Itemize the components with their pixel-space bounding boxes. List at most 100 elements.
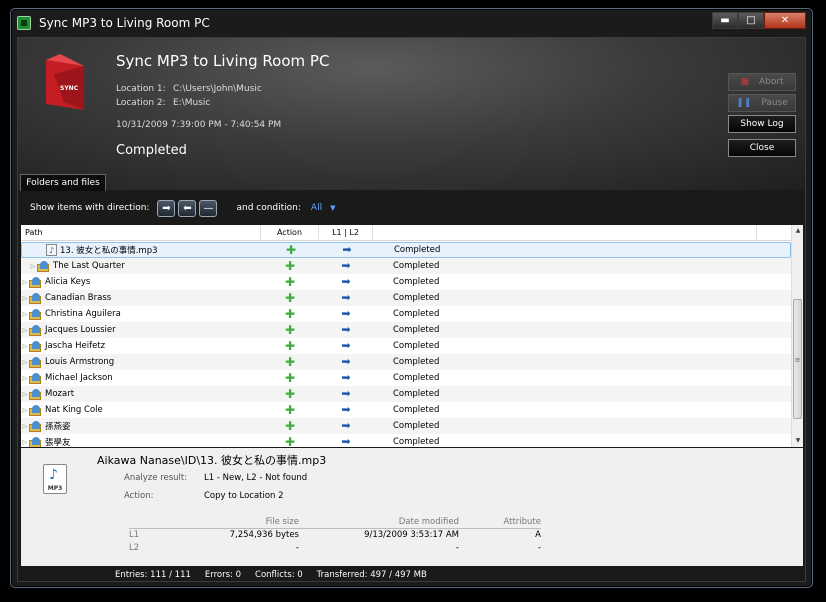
row-status: Completed — [393, 277, 440, 287]
scroll-down-icon[interactable]: ▼ — [792, 435, 803, 447]
music-folder-icon — [29, 356, 42, 368]
direction-none-button[interactable]: — — [199, 199, 218, 217]
table-row[interactable]: ▷ 孫燕姿 ✚ ➡ Completed — [21, 418, 791, 434]
row-name: Jacques Loussier — [45, 325, 116, 335]
music-folder-icon — [29, 340, 42, 352]
expand-icon[interactable]: ▷ — [21, 375, 29, 382]
pause-label: Pause — [761, 98, 788, 108]
details-panel: Aikawa Nanase\ID\13. 彼女と私の事情.mp3 ♪ MP3 A… — [21, 448, 803, 566]
direction-right-button[interactable]: ➡ — [157, 199, 176, 217]
column-direction[interactable]: L1 | L2 — [319, 225, 373, 241]
table-row[interactable]: ▷ Canadian Brass ✚ ➡ Completed — [21, 290, 791, 306]
abort-button[interactable]: ■ Abort — [728, 73, 796, 91]
row-status: Completed — [393, 405, 440, 415]
scroll-up-icon[interactable]: ▲ — [792, 225, 803, 237]
row-name: 張學友 — [45, 438, 71, 447]
table-row[interactable]: ▷ The Last Quarter ✚ ➡ Completed — [21, 258, 791, 274]
sync-logo-icon: SYNC — [46, 54, 84, 110]
expand-icon[interactable]: ▷ — [21, 279, 29, 286]
maximize-button[interactable]: □ — [738, 12, 764, 29]
expand-icon[interactable]: ▷ — [21, 343, 29, 350]
column-status[interactable] — [373, 225, 757, 241]
title-bar[interactable]: Sync MP3 to Living Room PC ▬ □ ✕ — [11, 9, 812, 37]
details-table-header: File size Date modified Attribute — [129, 516, 541, 529]
header-date-modified: Date modified — [398, 517, 459, 527]
show-log-button[interactable]: Show Log — [728, 115, 796, 133]
row-status: Completed — [393, 341, 440, 351]
location-1: Location 1: C:\Users\John\Music — [116, 84, 262, 94]
status-transferred: Transferred: 497 / 497 MB — [316, 570, 427, 580]
row-name: Mozart — [45, 389, 75, 399]
music-folder-icon — [29, 276, 42, 288]
expand-icon[interactable]: ▷ — [21, 407, 29, 414]
table-row[interactable]: ▷ 張學友 ✚ ➡ Completed — [21, 434, 791, 447]
job-time-range: 10/31/2009 7:39:00 PM - 7:40:54 PM — [116, 120, 282, 130]
row-status: Completed — [393, 309, 440, 319]
add-action-icon: ✚ — [284, 419, 296, 433]
table-row[interactable]: ▷ Jascha Heifetz ✚ ➡ Completed — [21, 338, 791, 354]
file-grid: Path Action L1 | L2 ♪ 13. 彼女と私の事情.mp3 ✚ ➡ Co… — [21, 225, 803, 447]
chevron-down-icon[interactable]: ▼ — [330, 204, 335, 212]
row-path: ▷ Canadian Brass — [21, 290, 261, 306]
pause-button[interactable]: ❚❚ Pause — [728, 94, 796, 112]
direction-left-button[interactable]: ⬅ — [178, 199, 197, 217]
close-window-button[interactable]: ✕ — [764, 12, 806, 29]
table-row[interactable]: ▷ Louis Armstrong ✚ ➡ Completed — [21, 354, 791, 370]
expand-icon[interactable]: ▷ — [21, 311, 29, 318]
table-row[interactable]: ▷ Nat King Cole ✚ ➡ Completed — [21, 402, 791, 418]
table-row[interactable]: ▷ Christina Aguilera ✚ ➡ Completed — [21, 306, 791, 322]
header-attribute: Attribute — [503, 517, 541, 527]
details-table: File size Date modified Attribute L1 7,2… — [129, 516, 541, 555]
table-row[interactable]: ▷ Mozart ✚ ➡ Completed — [21, 386, 791, 402]
table-row[interactable]: ▷ Jacques Loussier ✚ ➡ Completed — [21, 322, 791, 338]
content-area: SYNC Sync MP3 to Living Room PC Location… — [17, 37, 806, 582]
vertical-scrollbar[interactable]: ▲ ≡ ▼ — [791, 225, 803, 447]
column-path[interactable]: Path — [21, 225, 261, 241]
stop-icon: ■ — [740, 77, 749, 87]
direction-right-icon: ➡ — [341, 259, 351, 272]
table-row[interactable]: ▷ Michael Jackson ✚ ➡ Completed — [21, 370, 791, 386]
expand-icon[interactable]: ▷ — [29, 263, 37, 270]
action-label: Action: — [124, 491, 154, 501]
column-action[interactable]: Action — [261, 225, 319, 241]
expand-icon[interactable]: ▷ — [21, 391, 29, 398]
row-status: Completed — [393, 261, 440, 271]
add-action-icon: ✚ — [284, 435, 296, 447]
location-1-value: C:\Users\John\Music — [173, 84, 262, 94]
music-folder-icon — [29, 420, 42, 432]
condition-label: and condition: — [236, 203, 301, 213]
close-button[interactable]: Close — [728, 139, 796, 157]
table-row[interactable]: ♪ 13. 彼女と私の事情.mp3 ✚ ➡ Completed — [21, 242, 791, 258]
mp3-file-icon: ♪ MP3 — [43, 464, 67, 494]
row-path: ▷ Jascha Heifetz — [21, 338, 261, 354]
row-path: ▷ Jacques Loussier — [21, 322, 261, 338]
expand-icon[interactable]: ▷ — [21, 423, 29, 430]
details-row-l2: L2 - - - — [129, 543, 541, 553]
add-action-icon: ✚ — [284, 323, 296, 337]
table-row[interactable]: ▷ Alicia Keys ✚ ➡ Completed — [21, 274, 791, 290]
row-status: Completed — [393, 357, 440, 367]
condition-dropdown[interactable]: All — [311, 203, 322, 213]
expand-icon[interactable]: ▷ — [21, 439, 29, 446]
mp3-icon-label: MP3 — [47, 485, 63, 492]
expand-icon[interactable]: ▷ — [21, 359, 29, 366]
music-folder-icon — [29, 388, 42, 400]
details-path: Aikawa Nanase\ID\13. 彼女と私の事情.mp3 — [97, 454, 327, 467]
job-header: SYNC Sync MP3 to Living Room PC Location… — [18, 38, 805, 191]
minimize-button[interactable]: ▬ — [712, 12, 738, 29]
location-2-label: Location 2: — [116, 98, 166, 108]
abort-label: Abort — [758, 77, 784, 87]
music-folder-icon — [29, 436, 42, 447]
tab-folders-and-files[interactable]: Folders and files — [20, 174, 106, 191]
expand-icon[interactable]: ▷ — [21, 327, 29, 334]
expand-icon[interactable]: ▷ — [21, 295, 29, 302]
direction-right-icon: ➡ — [341, 307, 351, 320]
add-action-icon: ✚ — [285, 243, 297, 257]
row-path: ▷ Mozart — [21, 386, 261, 402]
add-action-icon: ✚ — [284, 403, 296, 417]
direction-right-icon: ➡ — [341, 339, 351, 352]
scroll-thumb[interactable]: ≡ — [793, 299, 802, 419]
logo-text: SYNC — [60, 85, 79, 92]
music-folder-icon — [29, 404, 42, 416]
status-errors: Errors: 0 — [204, 570, 242, 580]
